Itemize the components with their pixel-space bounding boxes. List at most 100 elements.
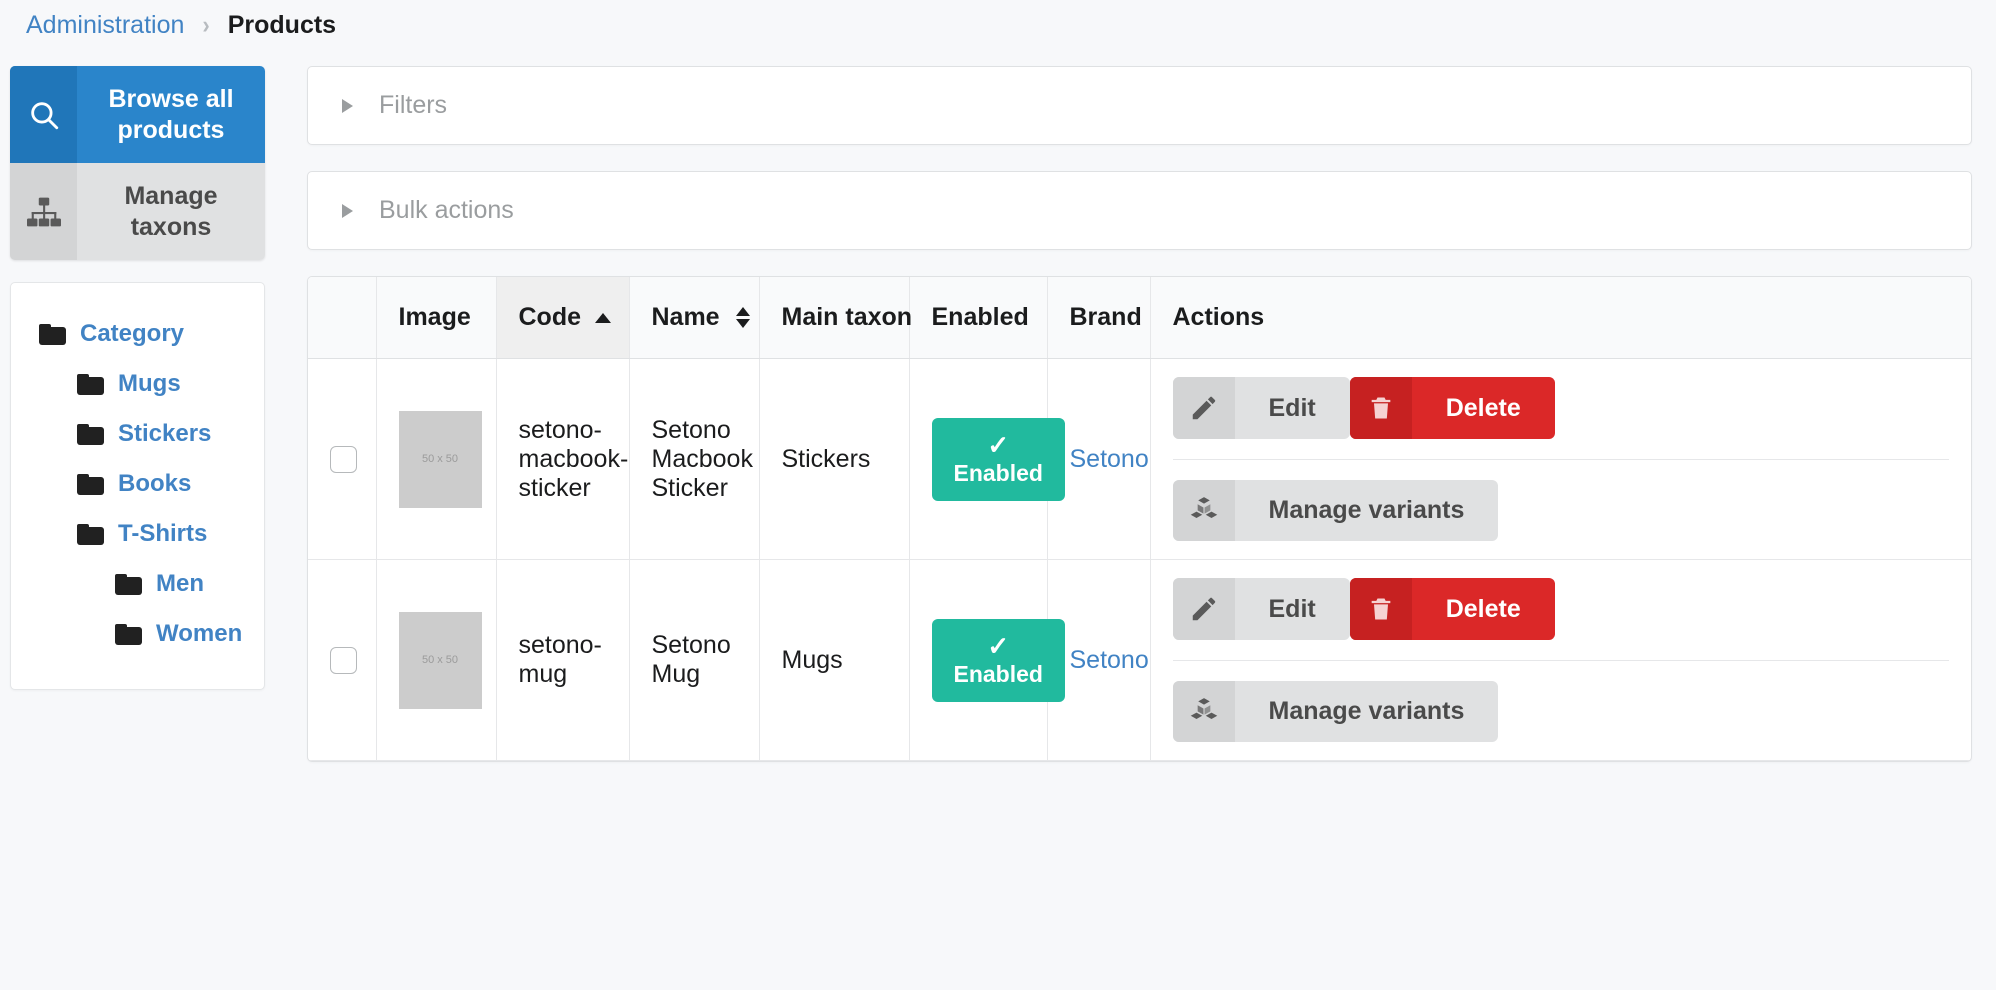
column-header-image: Image: [376, 277, 496, 359]
delete-button-label: Delete: [1412, 578, 1555, 640]
brand-link[interactable]: Setono: [1070, 646, 1149, 674]
taxon-tree-item-label: Men: [156, 570, 204, 598]
sidebar-item-manage-taxons[interactable]: Manage taxons: [10, 163, 265, 260]
column-header-name-label: Name: [652, 303, 720, 332]
status-badge-enabled[interactable]: ✓ Enabled: [932, 418, 1065, 501]
column-header-main-taxon-label: Main taxon: [782, 303, 913, 331]
sidebar-item-manage-taxons-label: Manage taxons: [77, 163, 265, 260]
row-checkbox[interactable]: [330, 446, 357, 473]
breadcrumb-root-link[interactable]: Administration: [26, 11, 184, 40]
pencil-icon: [1173, 578, 1235, 640]
product-image-placeholder: 50 x 50: [399, 612, 482, 709]
taxon-tree-item-men[interactable]: Men: [29, 559, 246, 609]
pencil-icon: [1173, 377, 1235, 439]
cubes-icon: [1173, 480, 1235, 541]
folder-icon: [39, 324, 66, 345]
edit-button-label: Edit: [1235, 578, 1350, 640]
products-table-card: Image Code Name: [307, 276, 1972, 762]
trash-icon: [1350, 377, 1412, 439]
row-code-cell: setono-mug: [496, 560, 629, 761]
edit-button[interactable]: Edit: [1173, 578, 1350, 640]
row-select-cell: [308, 560, 376, 761]
taxon-tree-item-stickers[interactable]: Stickers: [29, 409, 246, 459]
sidebar-item-browse-all-products-label: Browse all products: [77, 66, 265, 163]
breadcrumb-current: Products: [228, 11, 336, 40]
sort-unsorted-icon: [736, 307, 750, 328]
taxon-tree-item-label: Women: [156, 620, 242, 648]
row-main-taxon-cell: Stickers: [759, 359, 909, 560]
column-header-code[interactable]: Code: [496, 277, 629, 359]
taxon-tree-item-t-shirts[interactable]: T-Shirts: [29, 509, 246, 559]
taxon-tree-item-mugs[interactable]: Mugs: [29, 359, 246, 409]
manage-variants-button[interactable]: Manage variants: [1173, 480, 1499, 541]
taxon-tree: Category Mugs Stickers Books T-Shirts Me: [10, 282, 265, 690]
sitemap-icon: [10, 163, 77, 260]
row-image-cell: 50 x 50: [376, 359, 496, 560]
manage-variants-button-label: Manage variants: [1235, 480, 1499, 541]
table-row: 50 x 50 setono-macbook-sticker Setono Ma…: [308, 359, 1971, 560]
manage-variants-button-label: Manage variants: [1235, 681, 1499, 742]
table-row: 50 x 50 setono-mug Setono Mug Mugs ✓ Ena…: [308, 560, 1971, 761]
column-header-enabled: Enabled: [909, 277, 1047, 359]
taxon-tree-item-label: Mugs: [118, 370, 181, 398]
status-badge-enabled[interactable]: ✓ Enabled: [932, 619, 1065, 702]
filters-panel-title: Filters: [379, 91, 447, 120]
products-table-body: 50 x 50 setono-macbook-sticker Setono Ma…: [308, 359, 1971, 761]
column-header-image-label: Image: [399, 303, 471, 331]
table-header-row: Image Code Name: [308, 277, 1971, 359]
trash-icon: [1350, 578, 1412, 640]
folder-icon: [77, 474, 104, 495]
bulk-actions-panel-title: Bulk actions: [379, 196, 514, 225]
column-header-brand: Brand: [1047, 277, 1150, 359]
cubes-icon: [1173, 681, 1235, 742]
breadcrumb-separator-icon: ›: [202, 10, 209, 40]
manage-variants-button[interactable]: Manage variants: [1173, 681, 1499, 742]
product-image-placeholder-label: 50 x 50: [422, 453, 458, 465]
delete-button[interactable]: Delete: [1350, 578, 1555, 640]
main-content: Filters Bulk actions: [307, 66, 1972, 762]
sidebar: Browse all products: [10, 66, 265, 690]
taxon-tree-item-women[interactable]: Women: [29, 609, 246, 659]
check-icon: ✓: [987, 633, 1009, 659]
status-badge-label: Enabled: [954, 460, 1043, 487]
taxon-tree-item-label: Books: [118, 470, 191, 498]
sidebar-nav-card: Browse all products: [10, 66, 265, 260]
caret-right-icon: [342, 99, 353, 113]
column-header-code-label: Code: [519, 303, 582, 332]
folder-icon: [77, 424, 104, 445]
search-icon: [10, 66, 77, 163]
filters-panel-toggle[interactable]: Filters: [307, 66, 1972, 145]
brand-link[interactable]: Setono: [1070, 445, 1149, 473]
row-checkbox[interactable]: [330, 647, 357, 674]
folder-icon: [77, 374, 104, 395]
folder-icon: [77, 524, 104, 545]
row-enabled-cell: ✓ Enabled: [909, 359, 1047, 560]
taxon-tree-item-label: T-Shirts: [118, 520, 207, 548]
bulk-actions-panel-toggle[interactable]: Bulk actions: [307, 171, 1972, 250]
edit-button-label: Edit: [1235, 377, 1350, 439]
product-image-placeholder-label: 50 x 50: [422, 654, 458, 666]
folder-icon: [115, 624, 142, 645]
breadcrumb: Administration › Products: [0, 0, 1996, 42]
column-header-actions-label: Actions: [1173, 303, 1265, 331]
row-code-cell: setono-macbook-sticker: [496, 359, 629, 560]
edit-button[interactable]: Edit: [1173, 377, 1350, 439]
row-main-taxon-cell: Mugs: [759, 560, 909, 761]
column-header-main-taxon: Main taxon: [759, 277, 909, 359]
row-name-cell: Setono Mug: [629, 560, 759, 761]
status-badge-label: Enabled: [954, 661, 1043, 688]
sidebar-item-browse-all-products[interactable]: Browse all products: [10, 66, 265, 163]
column-header-enabled-label: Enabled: [932, 303, 1029, 331]
row-enabled-cell: ✓ Enabled: [909, 560, 1047, 761]
column-header-select-all[interactable]: [308, 277, 376, 359]
row-actions-cell: Edit Delete: [1150, 560, 1971, 761]
taxon-tree-item-category[interactable]: Category: [29, 309, 246, 359]
delete-button[interactable]: Delete: [1350, 377, 1555, 439]
delete-button-label: Delete: [1412, 377, 1555, 439]
actions-divider: [1173, 660, 1950, 661]
row-name-cell: Setono Macbook Sticker: [629, 359, 759, 560]
caret-right-icon: [342, 204, 353, 218]
taxon-tree-item-books[interactable]: Books: [29, 459, 246, 509]
column-header-brand-label: Brand: [1070, 303, 1142, 331]
column-header-name[interactable]: Name: [629, 277, 759, 359]
